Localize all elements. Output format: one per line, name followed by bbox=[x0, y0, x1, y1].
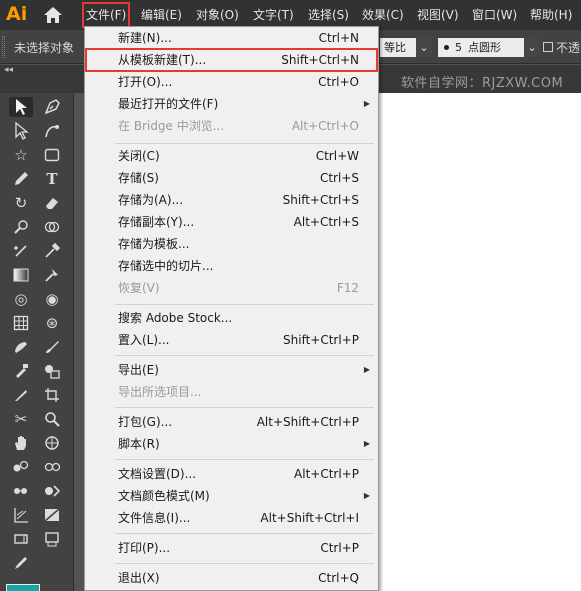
menu-item-search-adobe-stock[interactable]: 搜索 Adobe Stock... bbox=[86, 307, 377, 329]
eyedropper-tool-icon[interactable] bbox=[40, 241, 64, 261]
knife-tool-icon[interactable] bbox=[9, 385, 33, 405]
menu-item-browse-in-bridge: 在 Bridge 中浏览... Alt+Ctrl+O bbox=[118, 119, 359, 133]
home-icon[interactable] bbox=[42, 5, 64, 25]
menu-item-document-color-mode[interactable]: 文档颜色模式(M) ▶ bbox=[86, 485, 377, 507]
zoom-tool-icon[interactable] bbox=[40, 409, 64, 429]
curvature-tool-icon[interactable] bbox=[40, 121, 64, 141]
gradient-tool-icon[interactable] bbox=[9, 265, 33, 285]
blend-tool-icon[interactable] bbox=[40, 265, 64, 285]
menu-item-save[interactable]: 存储(S) Ctrl+S bbox=[86, 167, 377, 189]
blob-brush-tool-icon[interactable] bbox=[9, 337, 33, 357]
stroke-profile-dropdown-icon[interactable]: ⌄ bbox=[416, 38, 432, 57]
app-logo: Ai bbox=[6, 3, 28, 25]
eraser-tool-icon[interactable] bbox=[40, 193, 64, 213]
collapse-panels-icon[interactable]: ◂◂ bbox=[4, 65, 13, 75]
selection-tool-icon[interactable] bbox=[9, 97, 33, 117]
submenu-arrow-icon: ▶ bbox=[363, 99, 370, 108]
menu-separator bbox=[115, 304, 374, 305]
menu-help[interactable]: 帮助(H) bbox=[530, 0, 572, 30]
shaper-tool-icon[interactable] bbox=[9, 553, 33, 573]
menu-item-open[interactable]: 打开(O)... Ctrl+O bbox=[86, 71, 377, 93]
menu-item-place[interactable]: 置入(L)... Shift+Ctrl+P bbox=[86, 329, 377, 351]
artboard[interactable] bbox=[375, 93, 581, 591]
menu-item-document-setup[interactable]: 文档设置(D)... Alt+Ctrl+P bbox=[86, 463, 377, 485]
warp-tool-icon[interactable] bbox=[9, 217, 33, 237]
menu-item-file-info[interactable]: 文件信息(I)... Alt+Shift+Ctrl+I bbox=[86, 507, 377, 529]
stroke-profile-select[interactable]: 等比 bbox=[380, 38, 416, 57]
menu-separator bbox=[115, 407, 374, 408]
pencil-tool-icon[interactable] bbox=[9, 169, 33, 189]
menu-item-revert: 恢复(V) F12 bbox=[118, 281, 359, 295]
menu-item-save-as[interactable]: 存储为(A)... Shift+Ctrl+S bbox=[86, 189, 377, 211]
panel-grip[interactable] bbox=[2, 36, 5, 58]
pen-tool-icon[interactable] bbox=[40, 97, 64, 117]
submenu-arrow-icon: ▶ bbox=[363, 365, 370, 374]
menu-separator bbox=[115, 533, 374, 534]
rotate-tool-icon[interactable]: ↻ bbox=[9, 193, 33, 213]
brush-size: 5 bbox=[455, 41, 462, 54]
selection-status-label: 未选择对象 bbox=[14, 41, 75, 55]
submenu-arrow-icon: ▶ bbox=[363, 491, 370, 500]
menu-item-close[interactable]: 关闭(C) Ctrl+W bbox=[86, 145, 377, 167]
live-paint-tool-icon[interactable] bbox=[9, 361, 33, 381]
menu-separator bbox=[115, 459, 374, 460]
fill-color-swatch[interactable] bbox=[6, 584, 40, 591]
paintbrush-tool-icon[interactable] bbox=[40, 337, 64, 357]
live-paint-selection-tool-icon[interactable] bbox=[9, 457, 33, 477]
menu-window[interactable]: 窗口(W) bbox=[472, 0, 517, 30]
puppet-warp-tool-icon[interactable] bbox=[9, 481, 33, 501]
brush-label: 点圆形 bbox=[468, 41, 501, 54]
menu-item-export-selection: 导出所选项目... bbox=[118, 385, 202, 399]
rectangle-tool-icon[interactable] bbox=[40, 145, 64, 165]
menu-item-export[interactable]: 导出(E) ▶ bbox=[86, 359, 377, 381]
menu-item-print[interactable]: 打印(P)... Ctrl+P bbox=[86, 537, 377, 559]
menu-item-save-as-template[interactable]: 存储为模板... bbox=[86, 233, 377, 255]
shape-builder-tool-icon[interactable] bbox=[40, 217, 64, 237]
perspective-grid-tool-icon[interactable] bbox=[40, 433, 64, 453]
spiral-tool-icon[interactable]: ◎ bbox=[9, 289, 33, 309]
direct-selection-tool-icon[interactable] bbox=[9, 121, 33, 141]
menu-separator bbox=[115, 563, 374, 564]
menu-item-save-selected-slices[interactable]: 存储选中的切片... bbox=[86, 255, 377, 277]
column-graph-tool-icon[interactable] bbox=[9, 505, 33, 525]
polar-grid-tool-icon[interactable]: ◉ bbox=[40, 289, 64, 309]
menu-item-package[interactable]: 打包(G)... Alt+Shift+Ctrl+P bbox=[86, 411, 377, 433]
file-menu-dropdown: 新建(N)... Ctrl+N 从模板新建(T)... Shift+Ctrl+N 打… bbox=[84, 26, 379, 591]
mesh-tool-icon[interactable] bbox=[9, 313, 33, 333]
star-tool-icon[interactable]: ☆ bbox=[9, 145, 33, 165]
menu-item-save-copy[interactable]: 存储副本(Y)... Alt+Ctrl+S bbox=[86, 211, 377, 233]
symbol-screener-tool-icon[interactable] bbox=[40, 481, 64, 501]
brush-definition-dropdown-icon[interactable]: ⌄ bbox=[524, 38, 540, 57]
scissors-tool-icon[interactable]: ✂ bbox=[9, 409, 33, 429]
menu-item-open-recent[interactable]: 最近打开的文件(F) ▶ bbox=[86, 93, 377, 115]
chart-tool-icon[interactable] bbox=[40, 505, 64, 525]
hand-tool-icon[interactable] bbox=[9, 433, 33, 453]
menu-item-new-from-template[interactable]: 从模板新建(T)... Shift+Ctrl+N bbox=[85, 48, 378, 72]
brush-definition-select[interactable]: 5 点圆形 bbox=[438, 38, 524, 57]
symbol-sprayer-tool-icon[interactable]: ⊛ bbox=[40, 313, 64, 333]
menu-view[interactable]: 视图(V) bbox=[417, 0, 459, 30]
symbol-tool-icon[interactable] bbox=[40, 361, 64, 381]
menu-item-new[interactable]: 新建(N)... Ctrl+N bbox=[86, 27, 377, 49]
slice-tool-icon[interactable] bbox=[9, 529, 33, 549]
opacity-label: 不透 bbox=[556, 41, 581, 55]
artboard-tool-icon[interactable] bbox=[40, 385, 64, 405]
anchor-point-tool-icon[interactable] bbox=[9, 241, 33, 261]
menu-separator bbox=[115, 355, 374, 356]
type-tool-icon[interactable]: T bbox=[40, 169, 64, 189]
symbol-shifter-tool-icon[interactable] bbox=[40, 457, 64, 477]
menu-separator bbox=[115, 143, 374, 144]
brush-dot-icon bbox=[444, 45, 449, 50]
watermark: 软件自学网：RJZXW.COM bbox=[401, 76, 564, 91]
menu-item-scripts[interactable]: 脚本(R) ▶ bbox=[86, 433, 377, 455]
print-tiling-tool-icon[interactable] bbox=[40, 529, 64, 549]
opacity-checkbox[interactable] bbox=[543, 42, 553, 52]
menu-item-exit[interactable]: 退出(X) Ctrl+Q bbox=[86, 567, 377, 589]
submenu-arrow-icon: ▶ bbox=[363, 439, 370, 448]
